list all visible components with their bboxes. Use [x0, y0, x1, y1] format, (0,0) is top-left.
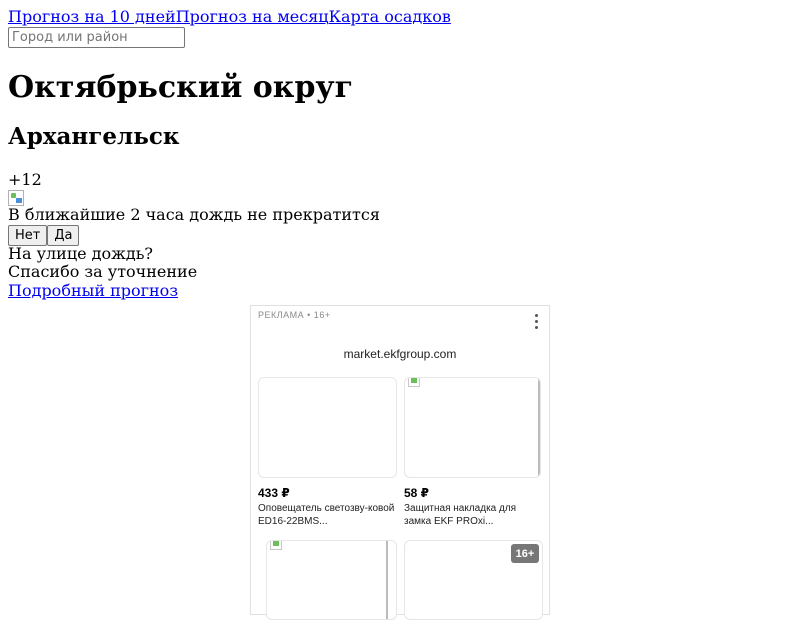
feedback-thanks: Спасибо за уточнение [8, 262, 198, 281]
ad-product-card-image[interactable] [266, 540, 397, 620]
temperature-value: +12 [8, 170, 42, 189]
ad-menu-icon[interactable] [535, 314, 539, 330]
district-title: Октябрьский округ [8, 70, 354, 105]
nav-link-precipitation-map[interactable]: Карта осадков [329, 7, 451, 26]
search-input[interactable] [8, 27, 185, 48]
no-button[interactable]: Нет [8, 225, 48, 246]
ad-block[interactable]: РЕКЛАМА • 16+ market.ekfgroup.com 433 ₽ … [250, 305, 550, 620]
ad-label: РЕКЛАМА • 16+ [258, 310, 331, 320]
feedback-buttons: Нет Да [8, 224, 792, 246]
forecast-text: В ближайшие 2 часа дождь не прекратится [8, 205, 380, 224]
nav-link-month[interactable]: Прогноз на месяц [176, 7, 329, 26]
image-edge [538, 378, 540, 477]
ad-product-price[interactable]: 58 ₽ [404, 486, 429, 500]
broken-image-icon [270, 541, 282, 550]
feedback-question: На улице дождь? [8, 244, 154, 263]
weather-image-icon [8, 190, 24, 206]
ad-product-card-image[interactable]: 16+ [404, 540, 543, 620]
ad-product-card-image[interactable] [258, 377, 397, 478]
age-rating-badge: 16+ [511, 544, 539, 563]
broken-image-icon [408, 378, 420, 387]
detailed-forecast-link[interactable]: Подробный прогноз [8, 282, 178, 300]
image-edge [386, 541, 388, 619]
yes-button[interactable]: Да [47, 225, 80, 246]
ad-product-title[interactable]: Защитная накладка для замка EKF PROxi... [404, 502, 544, 528]
ad-product-title[interactable]: Оповещатель светозву-ковой ED16-22BMS... [258, 502, 398, 528]
forecast-nav: Прогноз на 10 днейПрогноз на месяцКарта … [8, 8, 792, 26]
ad-domain[interactable]: market.ekfgroup.com [251, 347, 549, 361]
nav-link-10-days[interactable]: Прогноз на 10 дней [8, 7, 176, 26]
city-title: Архангельск [8, 123, 180, 150]
ad-product-card-image[interactable] [404, 377, 541, 478]
ad-product-price[interactable]: 433 ₽ [258, 486, 290, 500]
